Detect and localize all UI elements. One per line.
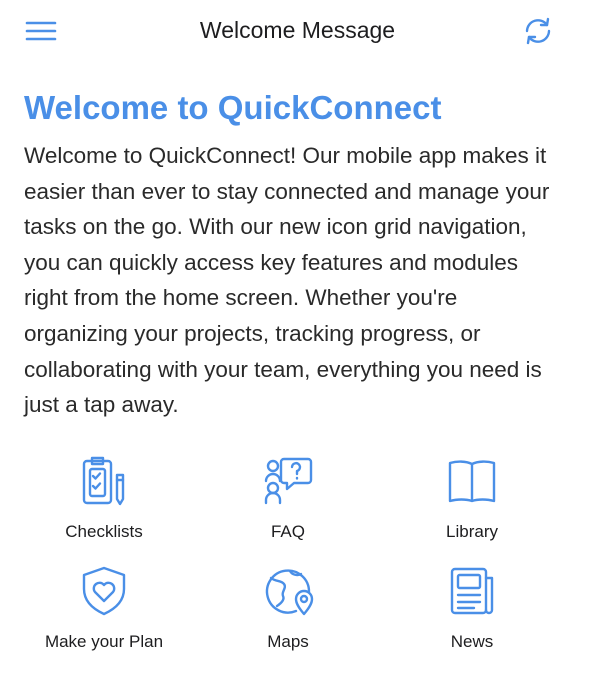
grid-item-faq[interactable]: FAQ bbox=[196, 455, 380, 565]
grid-item-checklists[interactable]: Checklists bbox=[12, 455, 196, 565]
navigation-bar: Welcome Message bbox=[0, 0, 595, 62]
grid-item-label: Maps bbox=[267, 632, 309, 651]
grid-item-news[interactable]: News bbox=[380, 565, 564, 675]
grid-item-library[interactable]: Library bbox=[380, 455, 564, 565]
welcome-body-text: Welcome to QuickConnect! Our mobile app … bbox=[24, 143, 550, 418]
refresh-button[interactable] bbox=[521, 14, 555, 48]
refresh-icon bbox=[521, 16, 555, 46]
welcome-section: Welcome to QuickConnect Welcome to Quick… bbox=[24, 86, 564, 423]
grid-item-maps[interactable]: Maps bbox=[196, 565, 380, 675]
page-title: Welcome Message bbox=[199, 17, 396, 43]
grid-item-make-your-plan[interactable]: Make your Plan bbox=[12, 565, 196, 675]
checklist-icon bbox=[78, 455, 130, 507]
grid-item-label: Make your Plan bbox=[44, 632, 164, 651]
newspaper-icon bbox=[446, 565, 498, 617]
grid-item-label: News bbox=[450, 632, 494, 651]
icon-grid: Checklists FAQ Library Make your Plan Ma… bbox=[12, 455, 564, 675]
book-icon bbox=[446, 455, 498, 507]
grid-item-label: FAQ bbox=[270, 522, 305, 541]
faq-people-icon bbox=[262, 455, 314, 507]
heart-shield-icon bbox=[78, 565, 130, 617]
welcome-heading: Welcome to QuickConnect bbox=[24, 89, 442, 126]
grid-item-label: Checklists bbox=[65, 522, 143, 541]
grid-item-label: Library bbox=[446, 522, 498, 541]
globe-pin-icon bbox=[262, 565, 314, 617]
